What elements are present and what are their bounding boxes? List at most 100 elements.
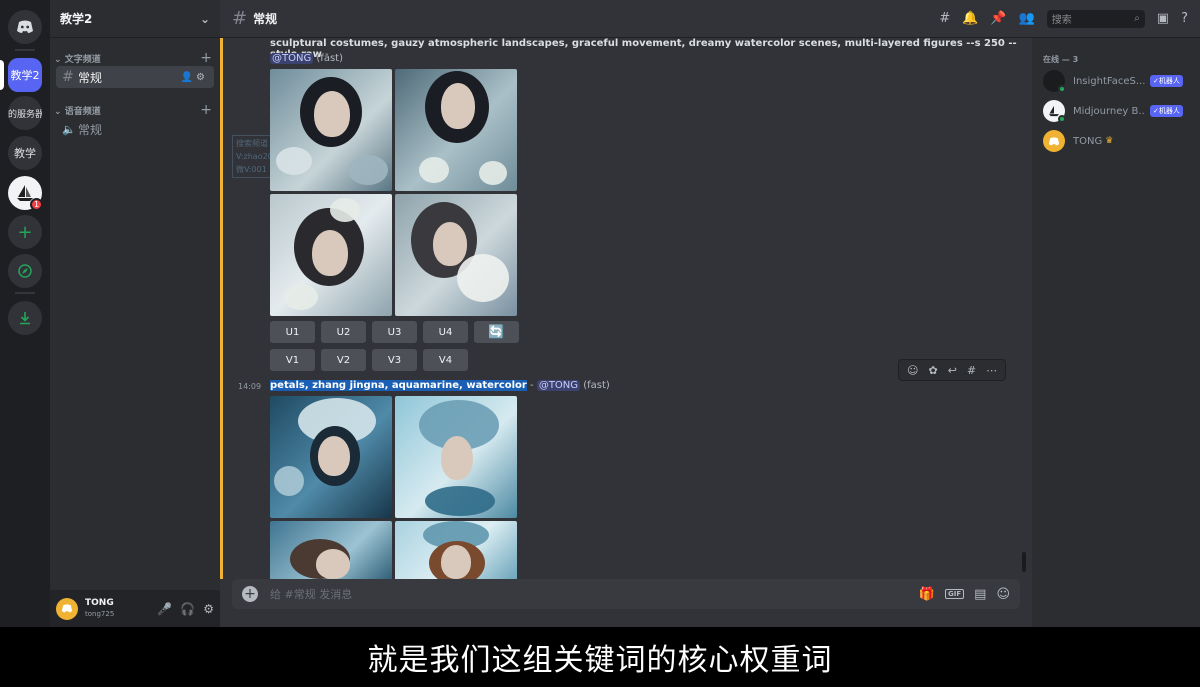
user-panel: TONG tong725 🎤 🎧 ⚙ [50,590,220,627]
search-input[interactable]: 搜索 ⌕ [1046,9,1145,28]
channel-header: # 常规 # 🔔 📌 👥 搜索 ⌕ ▣ ? [220,0,1200,38]
mention-highlight-bar [220,38,223,579]
channel-title: 常规 [253,12,278,26]
channel-item-general-voice[interactable]: 🔈 常规 [56,118,214,140]
variation-3-button[interactable]: V3 [372,349,417,371]
settings-gear-icon[interactable]: ⚙ [203,602,214,616]
generated-image[interactable] [395,396,517,518]
add-reaction-icon[interactable]: ☺ [907,364,918,377]
headphones-icon[interactable]: 🎧 [180,602,195,616]
image-grid-new[interactable] [270,396,517,579]
add-server-icon[interactable]: + [8,215,42,249]
crown-icon: ♛ [1105,136,1114,146]
category-label-text: 文字频道 [64,54,101,65]
upscale-4-button[interactable]: U4 [423,321,468,343]
channel-settings-icons[interactable]: 👤⚙ [181,72,208,83]
generated-image[interactable] [270,396,392,518]
chevron-down-icon: ⌄ [54,106,62,117]
upscale-button-row: U1 U2 U3 U4 🔄 [270,321,519,343]
member-list-icon[interactable]: 👥 [1019,11,1035,26]
message-composer[interactable]: + 给 #常规 发消息 🎁 GIF ▤ ☺ [232,579,1020,609]
threads-icon[interactable]: # [939,11,950,26]
upscale-1-button[interactable]: U1 [270,321,315,343]
speaker-icon: 🔈 [62,122,76,136]
attach-plus-icon[interactable]: + [242,586,258,602]
channel-sidebar: 教学2 ⌄ ⌄ 文字频道 + # 常规 👤⚙ ⌄ 语音频道 + 🔈 常规 [50,0,220,627]
server-icon-teaching[interactable]: 教学 [8,136,42,170]
gift-icon[interactable]: 🎁 [919,587,935,602]
emoji-icon[interactable]: ☺ [996,587,1010,602]
member-item-insightface[interactable]: InsightFaceS... ✓机器人 [1043,68,1200,94]
new-prompt-line: petals, zhang jingna, aquamarine, waterc… [270,380,610,391]
hash-icon: # [232,8,248,29]
explore-servers-icon[interactable] [8,254,42,288]
generated-image[interactable] [395,194,517,316]
member-item-tong[interactable]: TONG ♛ [1043,128,1200,154]
notification-bell-icon[interactable]: 🔔 [962,11,978,26]
sticker-icon[interactable]: ▤ [974,587,986,602]
online-heading: 在线 — 3 [1043,55,1079,64]
server-header[interactable]: 教学2 ⌄ [50,0,220,38]
server-icon-server[interactable]: 的服务器 [8,96,42,130]
speed-label: (fast) [580,380,610,391]
add-channel-icon[interactable]: + [200,50,212,66]
unread-badge: 1 [30,198,43,211]
user-mention[interactable]: @TONG [270,53,314,64]
generated-image[interactable] [270,521,392,579]
prompt-text: sculptural costumes, gauzy atmospheric l… [270,38,1017,60]
reroll-icon[interactable]: 🔄 [474,321,519,343]
server-icon-teaching2[interactable]: 教学2 [8,58,42,92]
download-apps-icon[interactable] [8,301,42,335]
image-grid-previous[interactable] [270,69,517,316]
bot-tag: ✓机器人 [1150,105,1183,117]
member-avatar [1043,70,1066,93]
member-list: 在线 — 3 InsightFaceS... ✓机器人 Midjourney B… [1032,38,1200,627]
add-channel-icon[interactable]: + [200,102,212,118]
member-item-midjourney[interactable]: Midjourney B... ✓机器人 [1043,98,1200,124]
user-tag: tong725 [85,609,115,618]
discord-window: 教学2 的服务器 教学 1 + 教学2 ⌄ ⌄ 文字频道 + # 常规 👤⚙ ⌄… [0,0,1200,627]
super-reaction-icon[interactable]: ✿ [928,364,937,377]
user-name: TONG [85,597,114,608]
selected-prompt-text[interactable]: petals, zhang jingna, aquamarine, waterc… [270,380,527,391]
pin-icon[interactable]: 📌 [990,11,1006,26]
create-thread-icon[interactable]: # [967,364,976,377]
variation-1-button[interactable]: V1 [270,349,315,371]
category-text-channels[interactable]: ⌄ 文字频道 + [54,50,212,66]
search-icon: ⌕ [1134,13,1140,24]
variation-4-button[interactable]: V4 [423,349,468,371]
channel-label: 常规 [78,122,103,137]
generated-image[interactable] [270,69,392,191]
previous-prompt: sculptural costumes, gauzy atmospheric l… [270,38,1026,60]
variation-button-row: V1 V2 V3 V4 [270,349,468,371]
rail-separator [15,292,35,294]
channel-label: 常规 [78,70,103,85]
reply-icon[interactable]: ↩ [948,364,957,377]
mute-mic-icon[interactable]: 🎤 [157,602,172,616]
member-name: InsightFaceS... [1073,75,1145,87]
upscale-2-button[interactable]: U2 [321,321,366,343]
user-mention[interactable]: @TONG [536,380,581,391]
variation-2-button[interactable]: V2 [321,349,366,371]
help-icon[interactable]: ? [1181,11,1188,26]
upscale-3-button[interactable]: U3 [372,321,417,343]
hash-icon: # [62,69,74,85]
discord-home-icon[interactable] [8,10,42,44]
scrollbar-thumb[interactable] [1022,552,1026,572]
previous-mention-line: @TONG (fast) [270,53,343,64]
chevron-down-icon: ⌄ [54,54,62,65]
category-label-voice: 语音频道 [64,106,101,117]
generated-image[interactable] [395,521,517,579]
dash: - [526,380,537,391]
generated-image[interactable] [395,69,517,191]
inbox-icon[interactable]: ▣ [1157,11,1169,26]
more-options-icon[interactable]: ⋯ [986,364,997,377]
gif-icon[interactable]: GIF [945,589,965,599]
user-avatar[interactable] [56,597,78,620]
video-subtitle: 就是我们这组关键词的核心权重词 [0,627,1200,687]
channel-item-general-text[interactable]: # 常规 👤⚙ [56,66,214,88]
member-avatar [1043,130,1065,152]
generated-image[interactable] [270,194,392,316]
rail-separator [15,49,35,51]
category-voice-channels[interactable]: ⌄ 语音频道 + [54,102,212,118]
